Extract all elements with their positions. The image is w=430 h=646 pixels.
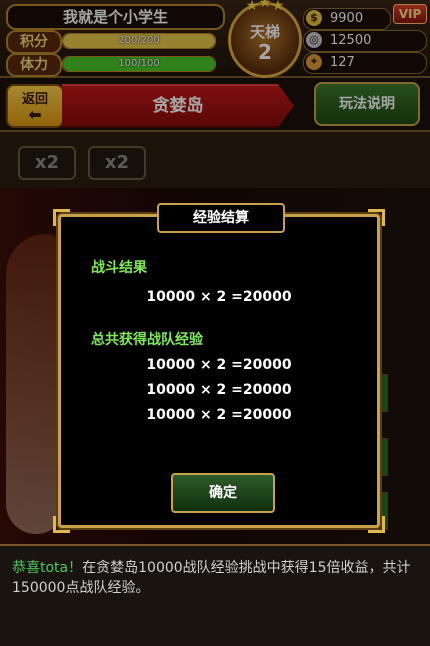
exp-settlement-dialog: 经验结算 战斗结果 10000 × 2 =20000 总共获得战队经验 1000…	[53, 203, 385, 533]
total-calc-line: 10000 × 2 =20000	[146, 382, 292, 398]
total-exp-label: 总共获得战队经验	[91, 332, 203, 348]
message-highlight: 恭喜tota！	[12, 560, 83, 576]
system-message-bar: 恭喜tota！在贪婪岛10000战队经验挑战中获得15倍收益，共计150000点…	[0, 544, 430, 646]
corner-ornament	[53, 516, 70, 533]
corner-ornament	[368, 209, 385, 226]
battle-calc: 10000 × 2 =20000	[146, 289, 292, 305]
total-calc-line: 10000 × 2 =20000	[146, 357, 292, 373]
total-calc-line: 10000 × 2 =20000	[146, 407, 292, 423]
corner-ornament	[368, 516, 385, 533]
corner-ornament	[53, 209, 70, 226]
dialog-title: 经验结算	[157, 203, 285, 233]
battle-result-label: 战斗结果	[91, 260, 147, 276]
confirm-button[interactable]: 确定	[171, 473, 275, 513]
system-message: 恭喜tota！在贪婪岛10000战队经验挑战中获得15倍收益，共计150000点…	[12, 558, 418, 598]
